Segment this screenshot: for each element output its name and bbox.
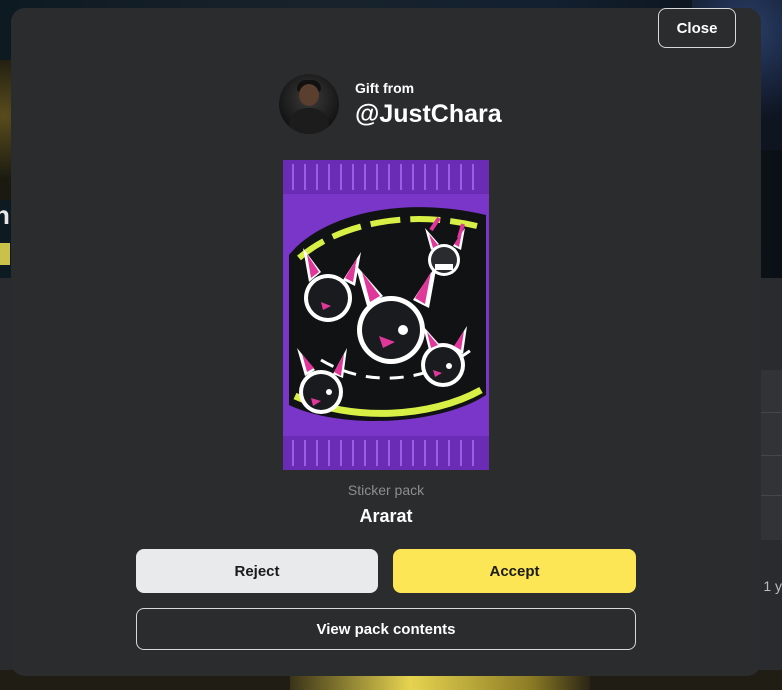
- background-divider: [760, 455, 782, 456]
- reject-button[interactable]: Reject: [136, 549, 378, 593]
- gift-sender-header: Gift from @JustChara: [279, 74, 502, 134]
- sender-avatar[interactable]: [279, 74, 339, 134]
- background-divider: [760, 412, 782, 413]
- gift-modal: Close Gift from @JustChara Sticker pack …: [11, 8, 761, 676]
- background-heading-fragment: n: [0, 200, 10, 230]
- sender-username[interactable]: @JustChara: [355, 100, 502, 129]
- background-timestamp-fragment: 1 y: [763, 578, 782, 594]
- background-divider: [760, 495, 782, 496]
- pack-name: Ararat: [359, 506, 413, 526]
- gift-sender-info: Gift from @JustChara: [355, 80, 502, 129]
- background-badge: [0, 243, 10, 265]
- gift-from-label: Gift from: [355, 79, 415, 96]
- accept-button[interactable]: Accept: [393, 549, 636, 593]
- sticker-pack-image: [283, 160, 489, 470]
- close-button[interactable]: Close: [658, 8, 736, 48]
- view-pack-contents-button[interactable]: View pack contents: [136, 608, 636, 650]
- pack-type-label: Sticker pack: [347, 482, 425, 498]
